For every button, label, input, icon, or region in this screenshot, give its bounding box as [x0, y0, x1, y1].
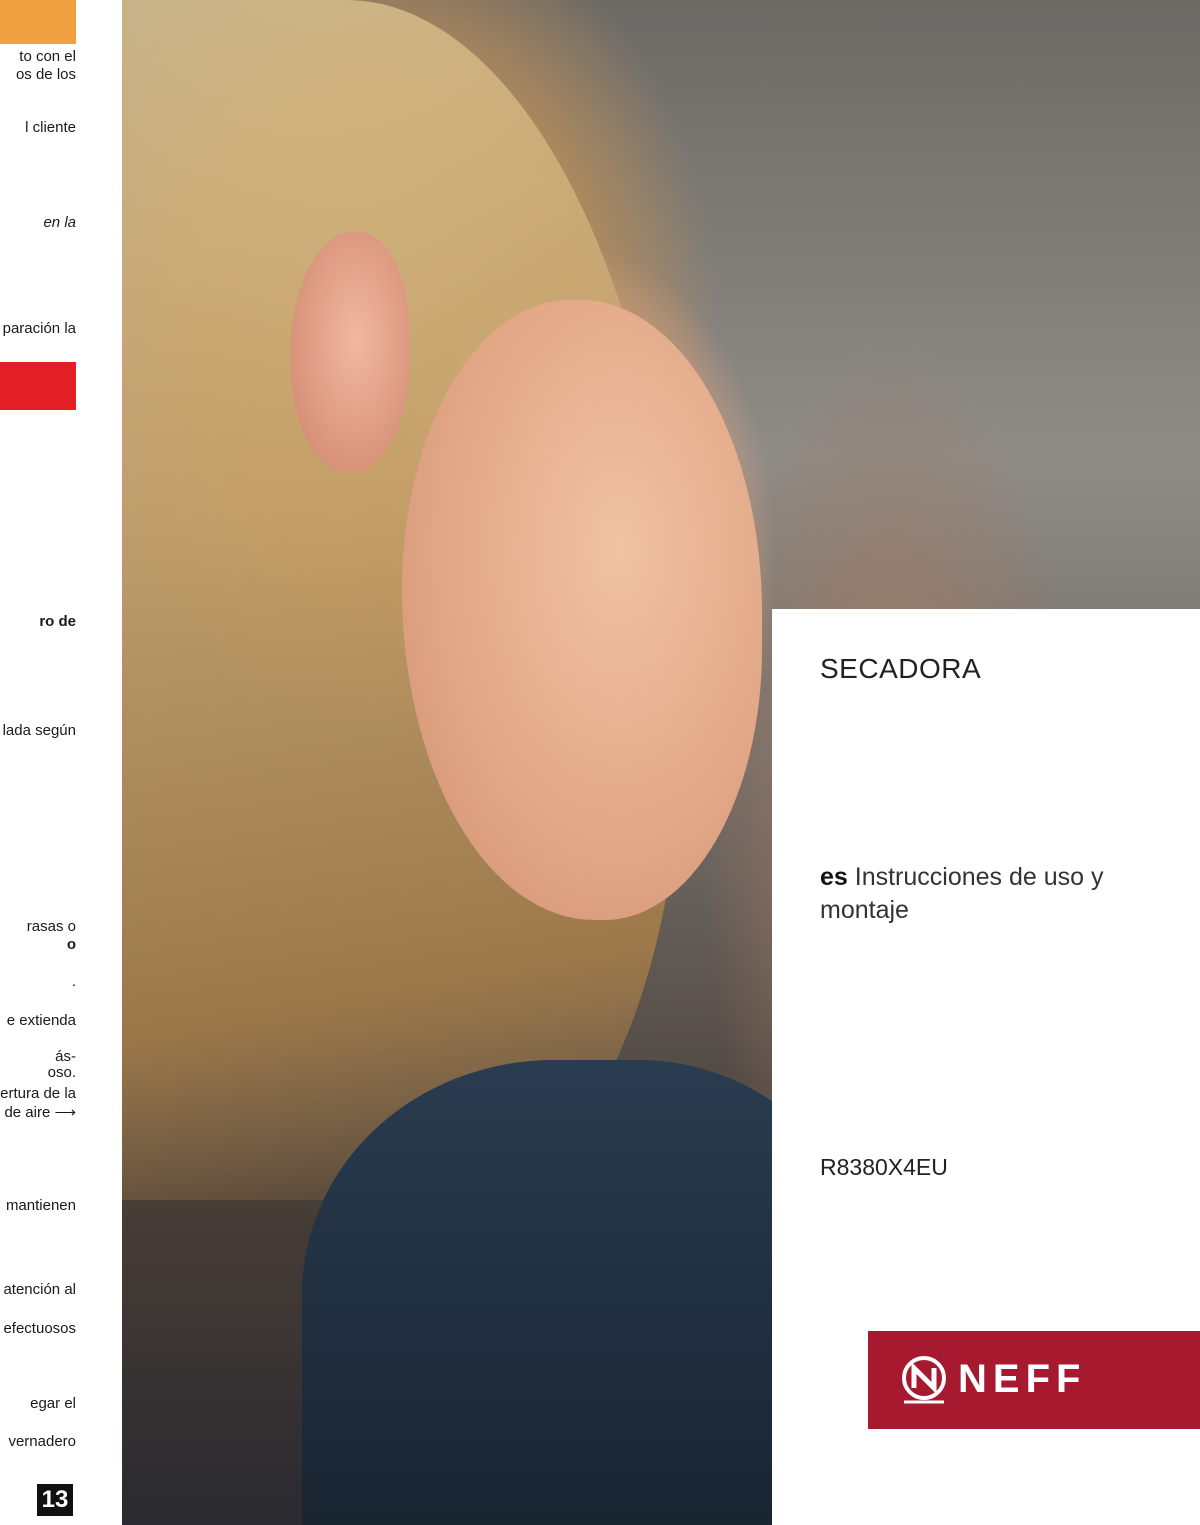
- text-line: lada según: [2, 722, 76, 739]
- model-number: R8380X4EU: [820, 1154, 948, 1180]
- text-line: oso.: [47, 1064, 76, 1081]
- text-line: os de los: [15, 66, 76, 83]
- text-line: e extienda: [6, 1012, 76, 1029]
- text-line: o: [66, 936, 76, 953]
- text-line: en la: [43, 214, 76, 231]
- previous-manual-page: to con el os de los l cliente en la para…: [0, 0, 122, 1525]
- text-line: l cliente: [25, 119, 76, 136]
- text-line: to con el: [19, 48, 76, 65]
- photo-ear: [290, 232, 410, 472]
- orange-section-bar: [0, 0, 76, 44]
- text-line: egar el: [30, 1395, 76, 1412]
- page-number: 13: [37, 1484, 73, 1516]
- text-line: atención al: [3, 1281, 76, 1298]
- text-line: .: [71, 973, 76, 990]
- manual-subtitle: es Instrucciones de uso y montaje: [820, 861, 1180, 927]
- language-code: es: [820, 863, 848, 891]
- neff-logo: NEFF: [868, 1331, 1200, 1429]
- text-line: ás-: [55, 1048, 76, 1065]
- text-line: efectuosos: [3, 1320, 76, 1337]
- brand-wordmark: NEFF: [958, 1357, 1087, 1401]
- neff-emblem-icon: [902, 1356, 946, 1404]
- subtitle-text: Instrucciones de uso y montaje: [820, 863, 1104, 924]
- red-warning-bar: [0, 362, 76, 410]
- text-line: vernadero: [8, 1433, 76, 1450]
- cover-card: SECADORA es Instrucciones de uso y monta…: [772, 609, 1200, 1525]
- text-line: ro de: [39, 613, 76, 630]
- product-title: SECADORA: [820, 653, 982, 684]
- text-line: rasas o: [26, 918, 76, 935]
- text-line: mantienen: [5, 1197, 76, 1214]
- text-line: ertura de la: [0, 1085, 76, 1102]
- text-line: de aire ⟶: [4, 1104, 76, 1121]
- text-line: paración la: [2, 320, 76, 337]
